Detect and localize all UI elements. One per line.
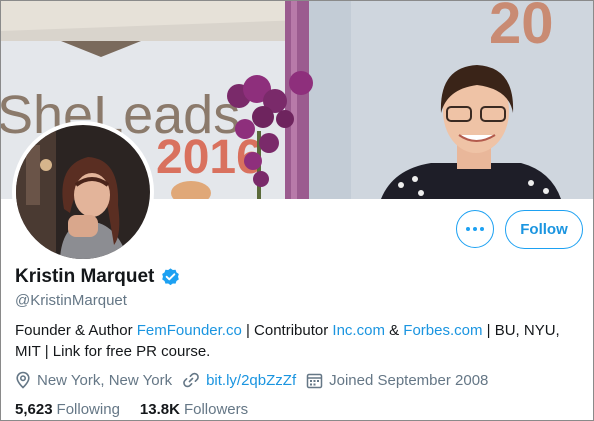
profile-avatar[interactable] (12, 121, 154, 263)
more-options-button[interactable] (456, 210, 494, 248)
following-label: Following (56, 401, 120, 418)
bio-link-forbes[interactable]: Forbes.com (403, 322, 482, 339)
banner-corner-text: 20 (489, 1, 554, 56)
more-horizontal-icon (466, 227, 470, 231)
followers-label: Followers (183, 401, 249, 418)
bio-text: | Contributor (241, 322, 333, 339)
link-icon (183, 372, 199, 388)
profile-meta: New York, New York bit.ly/2qbZzZf Joined… (15, 370, 498, 390)
bio-link-femfounder[interactable]: FemFounder.co (137, 322, 242, 339)
profile-stats: 5,623 Following 13.8K Followers (15, 401, 268, 418)
location-pin-icon (16, 371, 30, 389)
profile-website[interactable]: bit.ly/2qbZzZf (182, 371, 296, 389)
profile-bio: Founder & Author FemFounder.co | Contrib… (15, 320, 583, 362)
bio-text: & (384, 322, 404, 339)
avatar-image (16, 125, 150, 259)
more-dot (473, 227, 477, 231)
website-link[interactable]: bit.ly/2qbZzZf (206, 372, 296, 389)
calendar-icon (306, 373, 323, 388)
following-stat[interactable]: 5,623 Following (15, 401, 120, 418)
followers-stat[interactable]: 13.8K Followers (140, 401, 248, 418)
profile-location: New York, New York (15, 371, 172, 389)
verified-badge-icon (162, 267, 180, 285)
joined-text: Joined September 2008 (329, 371, 489, 389)
bio-link-inc[interactable]: Inc.com (332, 322, 385, 339)
profile-name: Kristin Marquet (15, 266, 155, 287)
more-dot (480, 227, 484, 231)
profile-handle: @KristinMarquet (15, 292, 127, 309)
profile-window: SheLeads 2016 20 Follow Kristin Marquet … (0, 0, 594, 421)
profile-name-row: Kristin Marquet (15, 266, 181, 288)
following-count: 5,623 (15, 401, 53, 418)
location-text: New York, New York (37, 371, 173, 389)
profile-joined: Joined September 2008 (306, 372, 488, 389)
bio-text: Founder & Author (15, 322, 137, 339)
follow-button[interactable]: Follow (505, 210, 583, 249)
followers-count: 13.8K (139, 401, 180, 418)
